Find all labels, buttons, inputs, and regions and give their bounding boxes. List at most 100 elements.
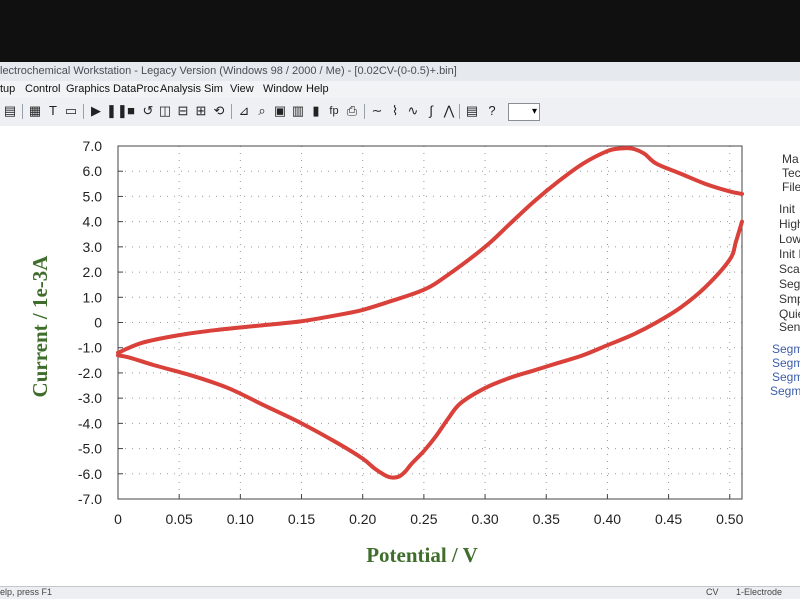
param-label: Low (779, 232, 800, 246)
param-label: Quiet (779, 307, 800, 321)
y-tick-label: -1.0 (78, 340, 102, 356)
cv-chart: 0 0.05 0.10 0.15 0.20 0.25 0.30 0.35 0.40 0.45 0.5… (28, 138, 744, 567)
status-bar: elp, press F1 CV 1-Electrode (0, 586, 800, 599)
segment-link[interactable]: Segm (770, 384, 800, 398)
param-label: Ma (782, 152, 799, 166)
pause-icon[interactable]: ❚❚ (106, 103, 128, 119)
forward-scan-line (117, 148, 743, 355)
menu-control[interactable]: Control (25, 83, 60, 95)
parameters-panel: MaTecFileInitHighLowInit IScanSegmSmplQu… (770, 152, 800, 412)
x-tick-label: 0.40 (594, 511, 621, 527)
toolbar: ▤ ▦ T ▭ ▶ ❚❚ ■ ↺ ◫ ⊟ ⊞ ⟲ ⊿ ⌕ ▣ ▥ ▮ fp ⎙ … (0, 98, 800, 127)
reverse-scan-line (116, 219, 744, 480)
color-bars-icon[interactable]: ▮ (308, 103, 324, 119)
print-icon[interactable]: ⎙ (344, 103, 360, 119)
segment-link[interactable]: Segm (772, 370, 800, 384)
ir-comp-icon[interactable]: ◫ (157, 103, 173, 119)
text-icon[interactable]: T (45, 103, 61, 119)
template-icon[interactable]: ▭ (63, 103, 79, 119)
toolbar-separator (364, 104, 365, 119)
fp-icon[interactable]: fp (326, 103, 342, 119)
y-tick-label: 1.0 (83, 289, 103, 305)
status-mode: CV (706, 587, 719, 597)
y-axis-title: Current / 1e-3A (28, 255, 52, 398)
stop-icon[interactable]: ■ (123, 103, 139, 119)
overlay-icon[interactable]: ▣ (272, 103, 288, 119)
x-tick-label: 0.45 (655, 511, 682, 527)
menu-dataproc[interactable]: DataProc (113, 83, 159, 95)
y-tick-label: -4.0 (78, 415, 102, 431)
toolbar-combo[interactable]: ▾ (508, 103, 540, 121)
menu-sim[interactable]: Sim (204, 83, 223, 95)
status-electrode: 1-Electrode (736, 587, 783, 597)
rotate-icon[interactable]: ⟲ (211, 103, 227, 119)
menu-view[interactable]: View (230, 83, 254, 95)
zoom-icon[interactable]: ⌕ (254, 103, 270, 119)
menu-window[interactable]: Window (263, 83, 302, 95)
run-icon[interactable]: ▶ (88, 103, 104, 119)
menu-bar: tup Control Graphics DataProc Analysis S… (0, 81, 800, 98)
filter-icon[interactable]: ⊟ (175, 103, 191, 119)
chevron-down-icon: ▾ (531, 106, 537, 117)
param-label: Segm (779, 277, 800, 291)
param-label: High (779, 217, 800, 231)
window-title: lectrochemical Workstation - Legacy Vers… (0, 65, 457, 77)
data-series (116, 146, 744, 480)
x-tick-label: 0.20 (349, 511, 376, 527)
menu-analysis[interactable]: Analysis (160, 83, 201, 95)
x-tick-label: 0.35 (533, 511, 560, 527)
y-tick-label: -6.0 (78, 466, 102, 482)
cell-icon[interactable]: ⊞ (193, 103, 209, 119)
menu-help[interactable]: Help (306, 83, 329, 95)
y-tick-label: -3.0 (78, 390, 102, 406)
reverse-icon[interactable]: ↺ (140, 103, 156, 119)
segment-link[interactable]: Segm (772, 356, 800, 370)
color-icon[interactable]: ▥ (290, 103, 306, 119)
x-tick-label: 0.10 (227, 511, 254, 527)
menu-setup[interactable]: tup (0, 83, 15, 95)
forward-scan-line (116, 146, 744, 355)
segment-link[interactable]: Segm (772, 342, 800, 356)
toolbar-separator (83, 104, 84, 119)
integrate-icon[interactable]: ∫ (423, 103, 439, 119)
report-icon[interactable]: ▤ (464, 103, 480, 119)
monitor-bezel (0, 0, 800, 62)
graph-icon[interactable]: ⊿ (236, 103, 252, 119)
y-tick-label: 4.0 (83, 214, 103, 230)
param-label: Tec (782, 166, 800, 180)
x-tick-label: 0.25 (410, 511, 437, 527)
derivative-icon[interactable]: ∿ (405, 103, 421, 119)
y-tick-label: -5.0 (78, 441, 102, 457)
y-tick-label: 6.0 (83, 163, 103, 179)
param-label: File (782, 180, 800, 194)
param-label: Smpl (779, 292, 800, 306)
y-tick-label: -2.0 (78, 365, 102, 381)
reverse-scan-line (117, 222, 743, 480)
y-tick-label: 2.0 (83, 264, 103, 280)
setup-icon[interactable]: ▦ (27, 103, 43, 119)
status-help-text: elp, press F1 (0, 587, 53, 597)
smooth-icon[interactable]: ∼ (369, 103, 385, 119)
param-label: Init (779, 202, 796, 216)
y-tick-label: 3.0 (83, 239, 103, 255)
y-tick-label: -7.0 (78, 491, 102, 507)
help-icon[interactable]: ? (484, 103, 500, 119)
param-label: Sens (779, 320, 800, 334)
y-tick-label: 7.0 (83, 138, 103, 154)
menu-graphics[interactable]: Graphics (66, 83, 110, 95)
toolbar-separator (231, 104, 232, 119)
x-tick-label: 0 (114, 511, 122, 527)
peak-icon[interactable]: ⋀ (441, 103, 457, 119)
open-icon[interactable]: ▤ (2, 103, 18, 119)
plot-area: 0 0.05 0.10 0.15 0.20 0.25 0.30 0.35 0.40 0.45 0.5… (0, 126, 800, 586)
x-tick-label: 0.30 (471, 511, 498, 527)
param-label: Init I (779, 247, 800, 261)
toolbar-separator (22, 104, 23, 119)
x-tick-label: 0.50 (716, 511, 743, 527)
toolbar-separator (459, 104, 460, 119)
monitor-screen: lectrochemical Workstation - Legacy Vers… (0, 0, 800, 599)
baseline-icon[interactable]: ⌇ (387, 103, 403, 119)
y-tick-label: 0 (94, 315, 102, 331)
y-tick-label: 5.0 (83, 188, 103, 204)
param-label: Scan (779, 262, 800, 276)
